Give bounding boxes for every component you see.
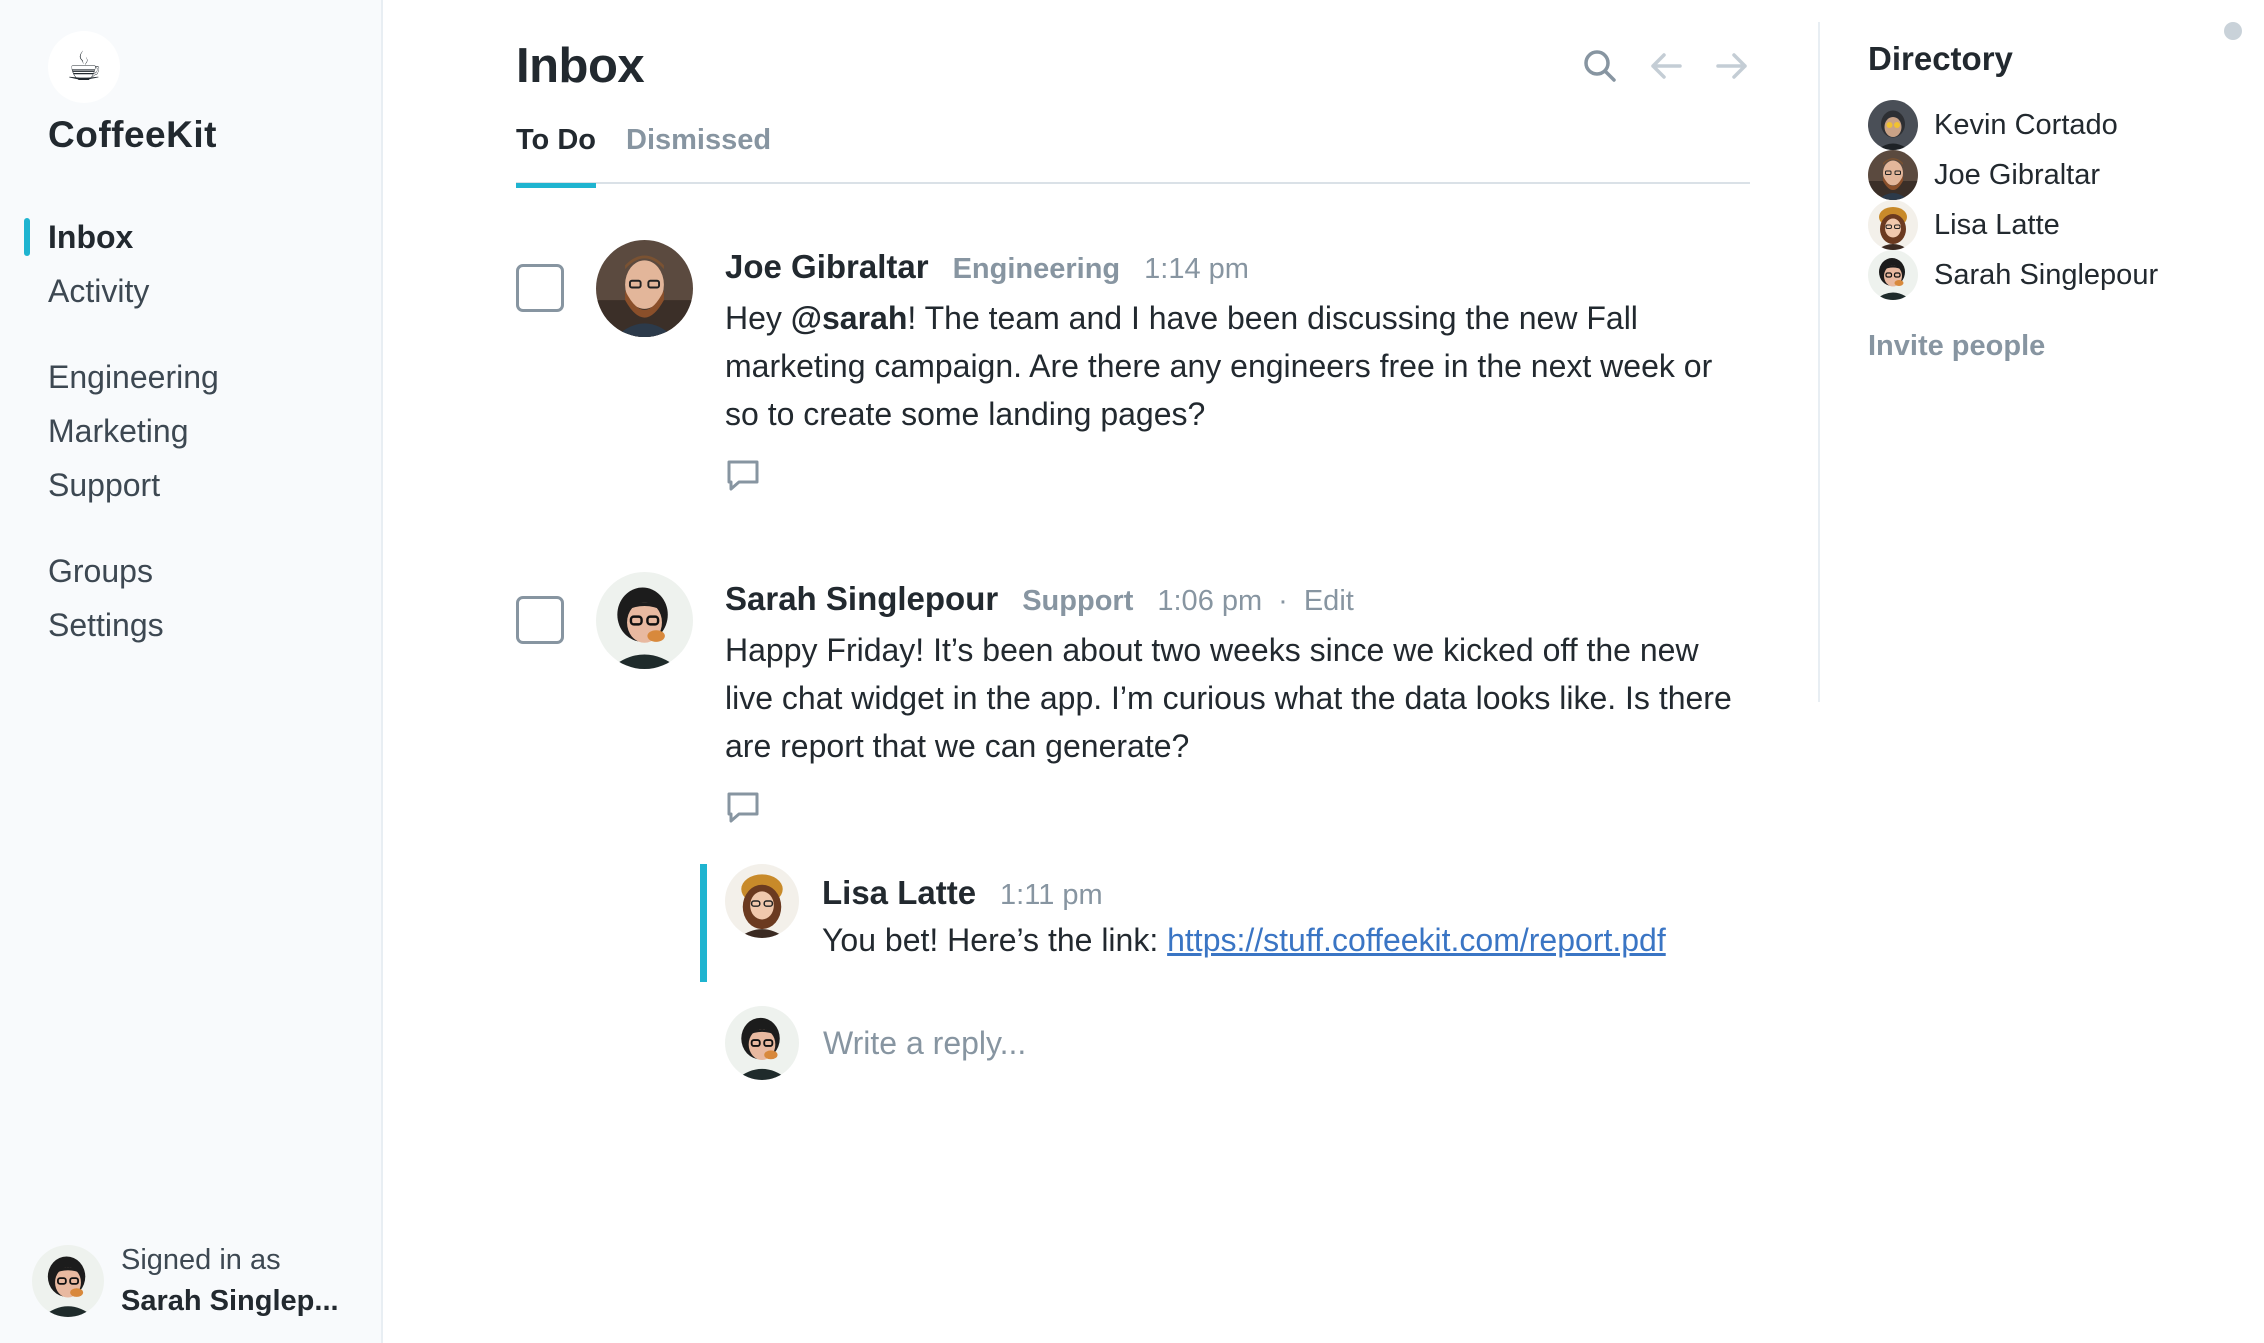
avatar: [725, 1006, 799, 1080]
arrow-right-icon[interactable]: [1714, 48, 1750, 84]
message-author[interactable]: Sarah Singlepour: [725, 580, 998, 618]
sidebar-item-support[interactable]: Support: [0, 458, 381, 512]
avatar: [32, 1245, 104, 1317]
directory-person[interactable]: Lisa Latte: [1868, 200, 2248, 250]
sidebar-item-settings[interactable]: Settings: [0, 598, 381, 652]
sidebar-item-inbox[interactable]: Inbox: [0, 210, 381, 264]
message-time: 1:14 pm: [1144, 253, 1249, 285]
app-name: CoffeeKit: [48, 114, 217, 155]
avatar: [1868, 250, 1918, 300]
message-body: Hey @sarah! The team and I have been dis…: [725, 294, 1745, 438]
directory-person[interactable]: Kevin Cortado: [1868, 100, 2248, 150]
reply-author[interactable]: Lisa Latte: [822, 874, 976, 912]
reply-time: 1:11 pm: [1000, 879, 1103, 911]
invite-people-button[interactable]: Invite people: [1868, 330, 2248, 363]
sidebar-item-marketing[interactable]: Marketing: [0, 404, 381, 458]
signed-in-name: Sarah Singlep...: [121, 1285, 339, 1317]
coffee-cup-icon: ☕: [48, 31, 120, 103]
sidebar-item-activity[interactable]: Activity: [0, 264, 381, 318]
report-link[interactable]: https://stuff.coffeekit.com/report.pdf: [1167, 922, 1666, 958]
mention[interactable]: @sarah: [791, 300, 908, 336]
inbox-tabs: To Do Dismissed: [516, 118, 1750, 188]
avatar: [725, 864, 799, 938]
person-name: Joe Gibraltar: [1934, 158, 2101, 191]
panel-divider: [1818, 22, 1820, 702]
message-header: Joe Gibraltar Engineering 1:14 pm: [725, 248, 1249, 286]
reply-body: You bet! Here’s the link: https://stuff.…: [822, 922, 1666, 959]
reply-input[interactable]: [823, 1018, 1723, 1068]
message-team[interactable]: Support: [1022, 585, 1133, 618]
message-body: Happy Friday! It’s been about two weeks …: [725, 632, 1732, 764]
header-actions: [1582, 48, 1750, 84]
person-name: Kevin Cortado: [1934, 108, 2118, 141]
search-icon[interactable]: [1582, 48, 1618, 84]
reply-text: You bet! Here’s the link:: [822, 922, 1168, 958]
message-checkbox[interactable]: [516, 264, 564, 312]
reply-thread: Lisa Latte 1:11 pm You bet! Here’s the l…: [700, 864, 1750, 982]
comment-icon[interactable]: [725, 790, 761, 826]
edit-button[interactable]: Edit: [1304, 585, 1354, 618]
sidebar-nav: Inbox Activity Engineering Marketing Sup…: [0, 210, 381, 652]
avatar: [596, 240, 693, 337]
tab-dismissed[interactable]: Dismissed: [626, 124, 771, 175]
message-header: Sarah Singlepour Support 1:06 pm · Edit: [725, 580, 1354, 618]
reply-header: Lisa Latte 1:11 pm: [822, 874, 1103, 912]
page-title: Inbox: [516, 39, 645, 93]
arrow-left-icon[interactable]: [1648, 48, 1684, 84]
sidebar-item-engineering[interactable]: Engineering: [0, 350, 381, 404]
avatar: [1868, 100, 1918, 150]
directory-person[interactable]: Joe Gibraltar: [1868, 150, 2248, 200]
message-text: Hey: [725, 300, 791, 336]
avatar: [1868, 200, 1918, 250]
directory-list: Kevin Cortado Joe Gibraltar Lisa Latte S…: [1868, 100, 2248, 300]
signed-in-user[interactable]: Signed in as Sarah Singlep...: [32, 1240, 339, 1322]
avatar: [1868, 150, 1918, 200]
reply-composer: [725, 1006, 1745, 1080]
person-name: Sarah Singlepour: [1934, 258, 2159, 291]
person-name: Lisa Latte: [1934, 208, 2060, 241]
directory-title: Directory: [1868, 40, 2013, 77]
status-dot: [2224, 22, 2242, 40]
sidebar-item-groups[interactable]: Groups: [0, 544, 381, 598]
directory-person[interactable]: Sarah Singlepour: [1868, 250, 2248, 300]
tab-to-do[interactable]: To Do: [516, 124, 596, 188]
message-team[interactable]: Engineering: [953, 253, 1121, 286]
signed-in-text: Signed in as Sarah Singlep...: [121, 1240, 339, 1322]
separator-dot: ·: [1278, 585, 1288, 617]
sidebar: ☕ CoffeeKit Inbox Activity Engineering M…: [0, 0, 383, 1343]
message-author[interactable]: Joe Gibraltar: [725, 248, 929, 286]
comment-icon[interactable]: [725, 458, 761, 494]
signed-in-label: Signed in as: [121, 1244, 281, 1276]
message-time: 1:06 pm: [1157, 585, 1263, 617]
avatar: [596, 572, 693, 669]
directory-panel: Directory Kevin Cortado Joe Gibraltar Li…: [1868, 40, 2248, 363]
message-checkbox[interactable]: [516, 596, 564, 644]
